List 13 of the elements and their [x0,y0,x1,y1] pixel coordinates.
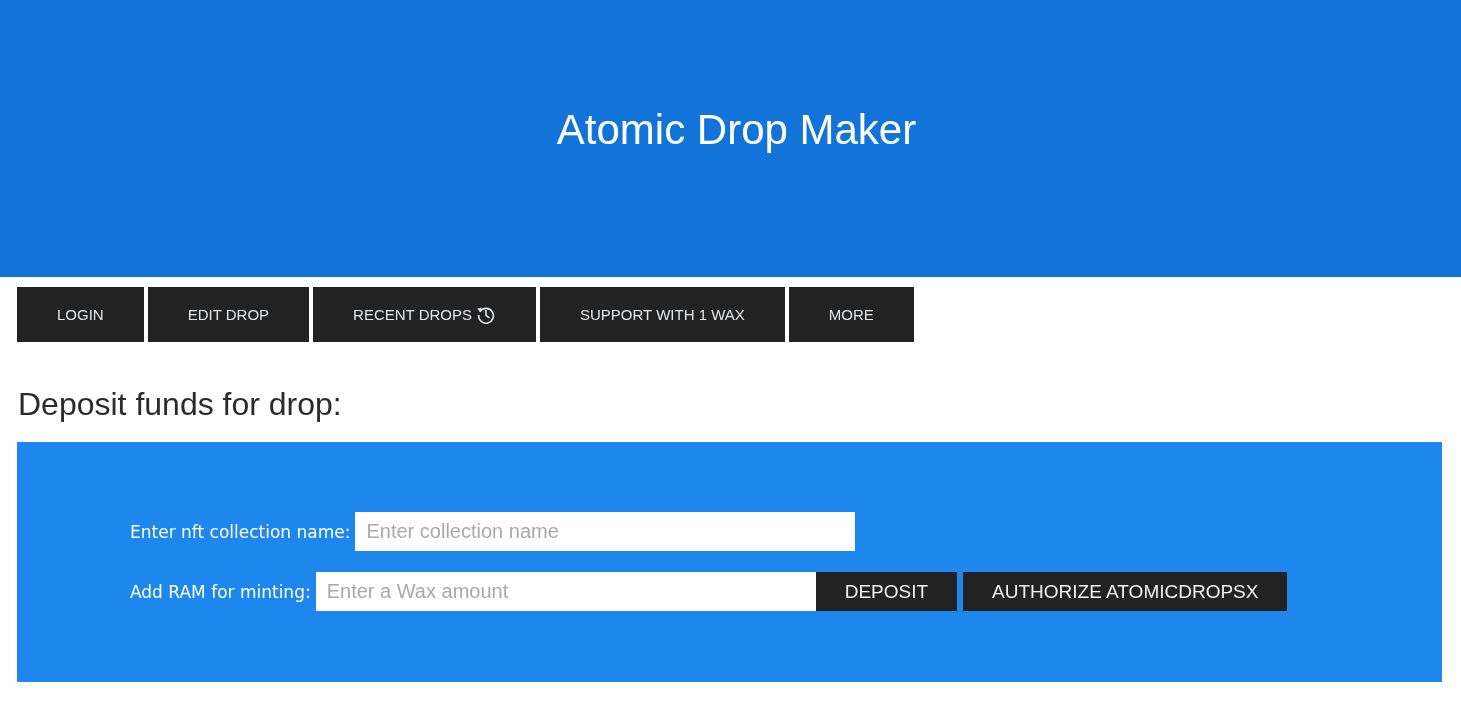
page-title: Atomic Drop Maker [556,106,917,154]
field-label: Enter nft collection name: [130,521,351,542]
nav-button[interactable]: MORE [788,287,914,342]
section-heading: Deposit funds for drop: [18,386,343,422]
nav-button[interactable]: EDIT DROP [147,287,310,342]
text-input[interactable]: Enter a Wax amount [315,572,816,611]
nav-button[interactable]: LOGIN [17,287,144,342]
action-button[interactable]: DEPOSIT [815,572,958,611]
nav-button[interactable]: RECENT DROPS [313,287,536,342]
nav-button[interactable]: SUPPORT WITH 1 WAX [540,287,785,342]
action-button[interactable]: AUTHORIZE ATOMICDROPSX [963,572,1288,611]
field-label: Add RAM for minting: [130,581,311,602]
text-input[interactable]: Enter collection name [355,512,856,551]
